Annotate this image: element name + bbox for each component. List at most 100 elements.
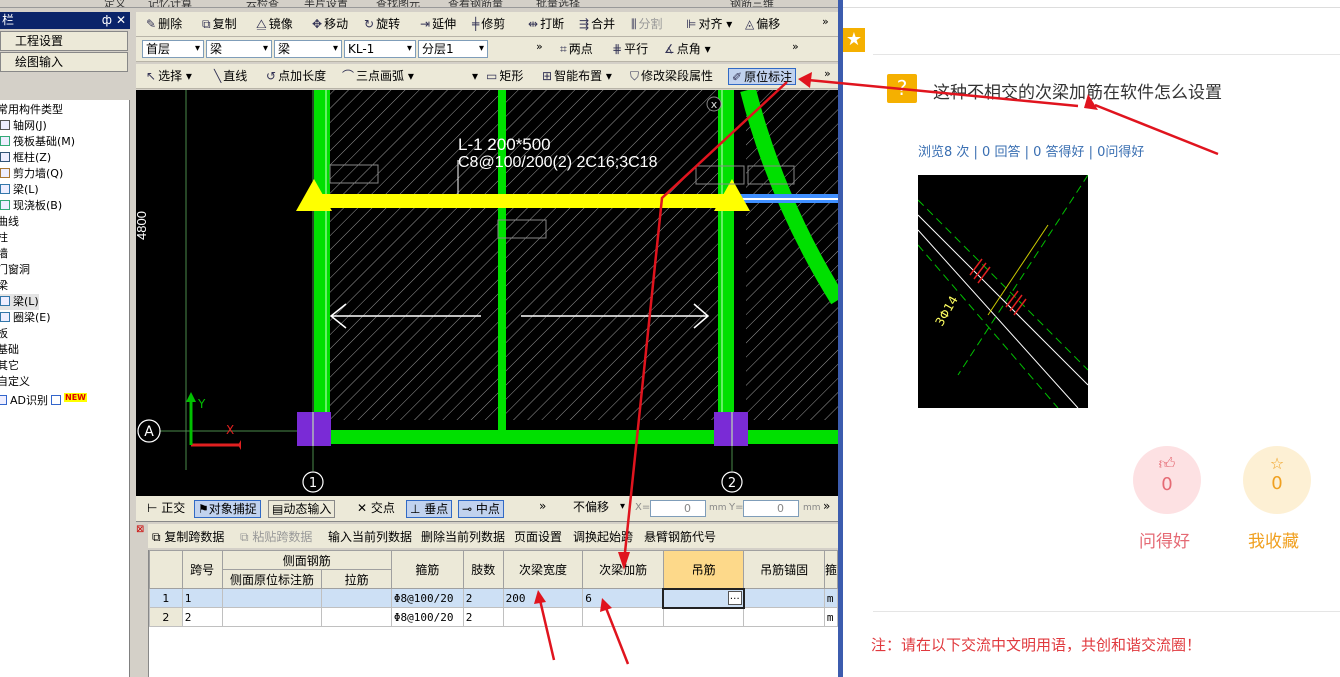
statusbar-more[interactable]: » — [536, 498, 549, 516]
cell-secondary-width[interactable] — [502, 607, 584, 627]
cell-hanger-active[interactable]: … — [662, 587, 745, 609]
drawing-canvas[interactable]: L-1 200*500 C8@100/200(2) 2C16;3C18 4800… — [136, 90, 838, 496]
menu-batch[interactable]: 批量选择 — [536, 0, 580, 7]
beam-vertical[interactable] — [314, 90, 330, 440]
tree-item[interactable]: 自定义 — [0, 374, 30, 390]
tree-item[interactable]: 轴网(J) — [0, 118, 47, 134]
panel-close-icon[interactable]: ⊠ — [136, 524, 146, 538]
table-row[interactable]: 1 1 Φ8@100/20 2 200 6 … m — [149, 587, 838, 609]
toolbar3-more[interactable]: » — [824, 67, 831, 80]
break-button[interactable]: ⇹ 打断 — [528, 16, 564, 33]
tree-item[interactable]: 剪力墙(Q) — [0, 166, 63, 182]
menu-cloud[interactable]: 云检查 — [246, 0, 279, 7]
cell-extra[interactable]: m — [823, 588, 838, 608]
menu-find[interactable]: 查找图元 — [376, 0, 420, 7]
layer-select[interactable]: 分层1 — [418, 40, 488, 58]
move-button[interactable]: ✥ 移动 — [312, 16, 348, 33]
intersect-toggle[interactable]: ✕ 交点 — [354, 500, 398, 518]
pin-icon[interactable]: ф — [102, 12, 112, 29]
arc-button[interactable]: ⌒ 三点画弧 ▾ — [342, 68, 414, 85]
select-button[interactable]: ↖ 选择 ▾ — [146, 68, 192, 85]
ortho-toggle[interactable]: ⊢ 正交 — [144, 500, 188, 518]
delete-column-button[interactable]: 删除当前列数据 — [421, 528, 505, 545]
tree-item[interactable]: 墙 — [0, 246, 8, 262]
cell-extra[interactable]: m — [823, 607, 838, 627]
cell-stirrup[interactable]: Φ8@100/20 — [390, 588, 464, 608]
tree-item[interactable]: 梁(L) — [0, 182, 39, 198]
merge-button[interactable]: ⇶ 合并 — [579, 16, 615, 33]
dynamic-input-toggle[interactable]: ▤动态输入 — [268, 500, 336, 518]
like-label[interactable]: 问得好 — [1139, 527, 1190, 552]
component-name-select[interactable]: KL-1 — [344, 40, 416, 58]
tree-item[interactable]: 梁(L) — [0, 294, 39, 310]
rect-button[interactable]: ▭ 矩形 — [486, 68, 523, 85]
header-span[interactable]: 跨号 — [181, 550, 223, 589]
cell-tie[interactable] — [321, 607, 392, 627]
y-input[interactable]: 0 — [743, 500, 799, 517]
toolbar2-more[interactable]: » — [536, 40, 543, 53]
statusbar-more-right[interactable]: » — [820, 498, 833, 516]
tree-item[interactable]: AD识别 NEW — [0, 390, 87, 407]
beam-horizontal[interactable] — [314, 430, 838, 444]
snap-toggle[interactable]: ⚑对象捕捉 — [194, 500, 261, 518]
like-button[interactable]: 👍︎ 0 — [1133, 446, 1201, 514]
tree-item[interactable]: 常用构件类型 — [0, 102, 63, 118]
input-column-button[interactable]: 输入当前列数据 — [328, 528, 412, 545]
project-settings-button[interactable]: 工程设置 — [0, 31, 128, 51]
smart-layout-button[interactable]: ⊞ 智能布置 ▾ — [542, 68, 612, 85]
align-button[interactable]: ⊫ 对齐 ▾ — [686, 16, 732, 33]
question-stats[interactable]: 浏览8 次 | 0 回答 | 0 答得好 | 0问得好 — [918, 141, 1144, 160]
header-secondary-width[interactable]: 次梁宽度 — [502, 550, 584, 589]
header-hanger[interactable]: 吊筋 — [662, 550, 745, 589]
tree-item[interactable]: 梁 — [0, 278, 8, 294]
tree-item[interactable]: 板 — [0, 326, 8, 342]
beam-vertical[interactable] — [718, 90, 734, 440]
perpendicular-toggle[interactable]: ⊥ 垂点 — [406, 500, 453, 518]
canvas-close-icon[interactable]: x — [711, 98, 718, 111]
component-subtype-select[interactable]: 梁 — [274, 40, 342, 58]
tree-item[interactable]: 柱 — [0, 230, 8, 246]
point-angle-button[interactable]: ∡ 点角 ▾ — [664, 41, 711, 58]
cell-secondary-width[interactable]: 200 — [502, 588, 584, 608]
cell-hanger[interactable] — [662, 607, 745, 627]
modify-beam-button[interactable]: ⛉ 修改梁段属性 — [630, 68, 713, 85]
menu-plate[interactable]: 半片设置 — [304, 0, 348, 7]
line-button[interactable]: ╲ 直线 — [214, 68, 247, 85]
tree-item[interactable]: 现浇板(B) — [0, 198, 62, 214]
cell-side-original[interactable] — [221, 588, 323, 608]
mirror-button[interactable]: ⧋ 镜像 — [256, 16, 293, 33]
header-secondary-add[interactable]: 次梁加筋 — [582, 550, 664, 589]
delete-button[interactable]: ✎ 删除 — [146, 16, 182, 33]
column-node[interactable] — [297, 412, 331, 446]
midpoint-toggle[interactable]: ⊸ 中点 — [458, 500, 504, 518]
tree-item[interactable]: 框柱(Z) — [0, 150, 51, 166]
cell-secondary-add[interactable] — [582, 607, 664, 627]
header-side-original[interactable]: 侧面原位标注筋 — [221, 569, 323, 589]
rotate-button[interactable]: ↻ 旋转 — [364, 16, 400, 33]
cell-side-original[interactable] — [221, 607, 323, 627]
toolbar2-more-right[interactable]: » — [792, 40, 799, 53]
paste-span-button[interactable]: ⧉ 粘贴跨数据 — [240, 528, 312, 545]
menu-calc[interactable]: 记忆计算 — [148, 0, 192, 7]
cell-legs[interactable]: 2 — [462, 588, 504, 608]
swap-span-button[interactable]: 调换起始跨 — [573, 528, 633, 545]
cell-tie[interactable] — [321, 588, 392, 608]
tree-item[interactable]: 基础 — [0, 342, 19, 358]
cell-hanger-anchor[interactable] — [743, 607, 825, 627]
cell-hanger-anchor[interactable] — [743, 588, 825, 608]
x-input[interactable]: 0 — [650, 500, 706, 517]
column-node[interactable] — [714, 412, 748, 446]
cell-secondary-add[interactable]: 6 — [582, 588, 664, 608]
toolbar1-more[interactable]: » — [822, 15, 829, 28]
row-number[interactable]: 1 — [149, 588, 183, 608]
favorite-button[interactable]: ☆ 0 — [1243, 446, 1311, 514]
draw-input-button[interactable]: 绘图输入 — [0, 52, 128, 72]
tree-item[interactable]: 曲线 — [0, 214, 19, 230]
component-type-select[interactable]: 梁 — [206, 40, 272, 58]
tree-item[interactable]: 筏板基础(M) — [0, 134, 75, 150]
floor-select[interactable]: 首层 — [142, 40, 204, 58]
row-number[interactable]: 2 — [149, 607, 183, 627]
selected-beam[interactable] — [306, 194, 736, 208]
copy-button[interactable]: ⧉ 复制 — [202, 16, 237, 33]
cell-span[interactable]: 2 — [181, 607, 223, 627]
